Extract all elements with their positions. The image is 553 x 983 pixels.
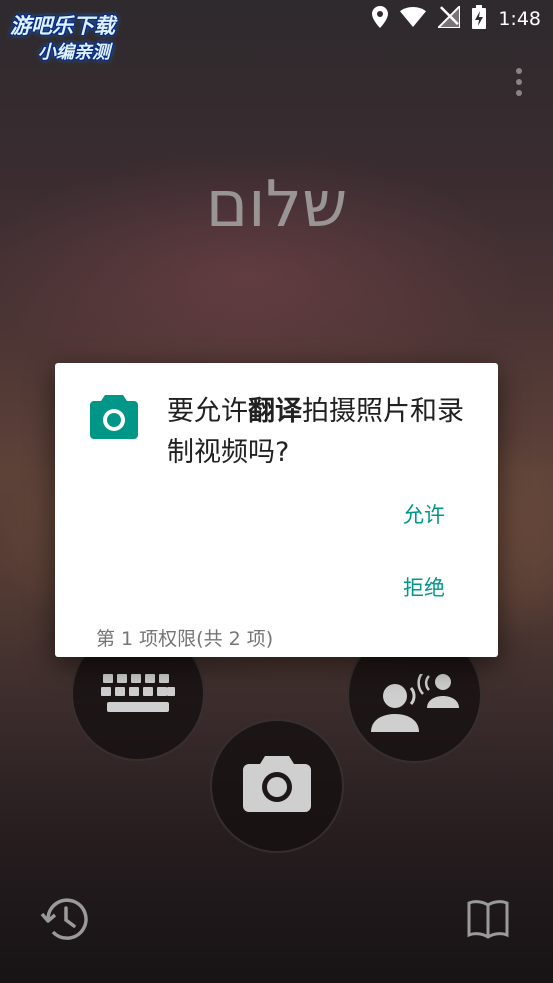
camera-icon bbox=[90, 395, 138, 439]
conversation-icon bbox=[369, 670, 461, 738]
no-signal-icon bbox=[435, 3, 462, 32]
camera-icon bbox=[243, 756, 311, 816]
phrasebook-button[interactable] bbox=[466, 899, 510, 939]
deny-button[interactable]: 拒绝 bbox=[403, 572, 445, 602]
overflow-menu-dot bbox=[516, 79, 522, 85]
history-button[interactable] bbox=[40, 896, 88, 942]
overflow-menu-dot bbox=[516, 90, 522, 96]
app-name: 翻译 bbox=[248, 396, 302, 427]
permission-dialog: 要允许翻译拍摄照片和录制视频吗? 允许 拒绝 第 1 项权限(共 2 项) bbox=[55, 363, 498, 657]
location-icon bbox=[372, 6, 389, 32]
phrasebook-icon bbox=[466, 900, 510, 943]
watermark-line2: 小编亲测 bbox=[38, 42, 110, 63]
overflow-menu-icon bbox=[516, 68, 522, 74]
camera-input-button[interactable] bbox=[210, 719, 344, 853]
permission-counter: 第 1 项权限(共 2 项) bbox=[96, 628, 274, 650]
allow-button[interactable]: 允许 bbox=[403, 499, 445, 529]
status-icons: 1:48 bbox=[372, 3, 541, 33]
history-icon bbox=[40, 898, 88, 946]
overflow-menu-button[interactable] bbox=[507, 66, 531, 98]
wifi-icon bbox=[400, 7, 427, 31]
permission-message: 要允许翻译拍摄照片和录制视频吗? bbox=[167, 391, 482, 473]
permission-message-prefix: 要允许 bbox=[167, 396, 248, 427]
watermark-logo: 游吧乐下载 小编亲测 bbox=[8, 8, 150, 66]
status-time: 1:48 bbox=[498, 8, 541, 30]
battery-charging-icon bbox=[472, 5, 487, 33]
greeting-text: שלום bbox=[205, 168, 348, 242]
keyboard-icon bbox=[101, 672, 175, 726]
watermark-line1: 游吧乐下载 bbox=[10, 14, 115, 38]
